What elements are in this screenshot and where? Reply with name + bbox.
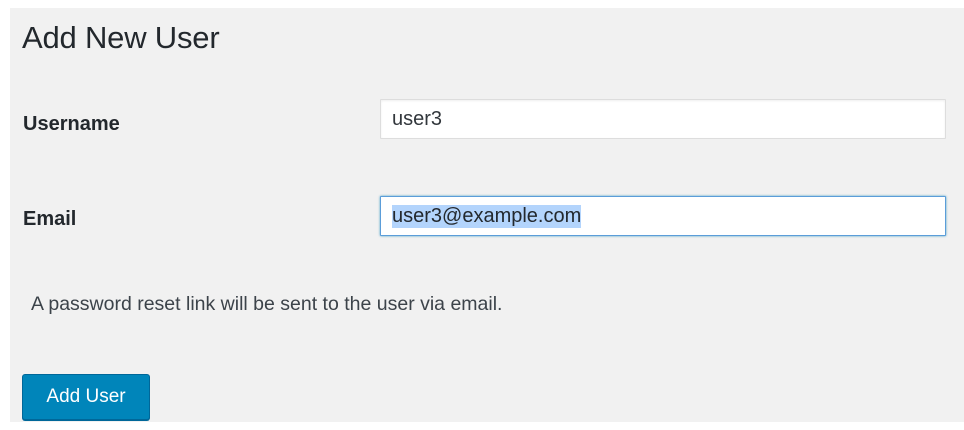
add-user-button[interactable]: Add User [22, 374, 150, 420]
email-input-value: user3@example.com [392, 204, 582, 228]
email-label: Email [23, 208, 77, 230]
page-title: Add New User [22, 20, 220, 55]
username-label: Username [23, 113, 120, 135]
username-input-value: user3 [392, 107, 443, 130]
password-reset-note: A password reset link will be sent to th… [31, 293, 503, 315]
add-user-panel: Add New User Username user3 Email user3@… [10, 8, 964, 422]
username-input[interactable]: user3 [380, 99, 946, 139]
email-input[interactable]: user3@example.com [380, 196, 946, 236]
